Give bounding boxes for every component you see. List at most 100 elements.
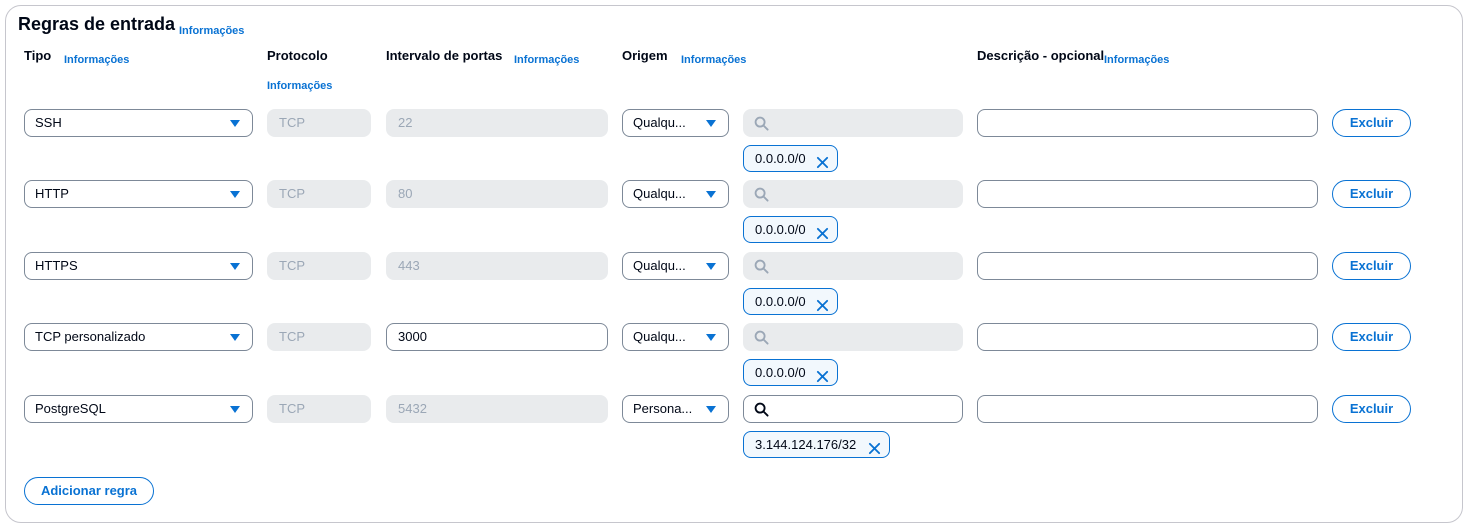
header-origem-info-link[interactable]: Informações (681, 54, 746, 66)
tipo-select[interactable]: PostgreSQL (24, 395, 253, 423)
tipo-select[interactable]: HTTPS (24, 252, 253, 280)
tipo-select-value: PostgreSQL (35, 401, 106, 416)
add-rule-label: Adicionar regra (40, 483, 138, 498)
cidr-token-value: 0.0.0.0/0 (755, 222, 806, 237)
tipo-select[interactable]: TCP personalizado (24, 323, 253, 351)
caret-down-icon (230, 406, 240, 413)
caret-down-icon (230, 334, 240, 341)
cidr-token: 3.144.124.176/32 (743, 431, 890, 458)
header-descricao-info-link[interactable]: Informações (1104, 54, 1169, 66)
cidr-token-value: 0.0.0.0/0 (755, 294, 806, 309)
cidr-token: 0.0.0.0/0 (743, 216, 838, 243)
port-range-value: 443 (398, 258, 420, 273)
header-protocolo: Protocolo (267, 48, 328, 63)
delete-rule-button[interactable]: Excluir (1332, 180, 1411, 208)
origem-select[interactable]: Qualqu... (622, 252, 729, 280)
cidr-token-value: 0.0.0.0/0 (755, 151, 806, 166)
close-icon[interactable] (816, 366, 829, 391)
cidr-search-input (743, 252, 963, 280)
header-intervalo: Intervalo de portas (386, 48, 503, 63)
origem-select-value: Qualqu... (633, 186, 686, 201)
cidr-token-value: 0.0.0.0/0 (755, 365, 806, 380)
port-range-input: 80 (386, 180, 608, 208)
protocolo-input: TCP (267, 395, 371, 423)
protocolo-value: TCP (279, 186, 305, 201)
section-title: Regras de entrada (18, 14, 175, 35)
header-protocolo-info-link[interactable]: Informações (267, 80, 332, 92)
port-range-value: 80 (398, 186, 413, 201)
cidr-search-input (743, 109, 963, 137)
close-icon[interactable] (816, 295, 829, 320)
cidr-search-input (743, 180, 963, 208)
caret-down-icon (230, 191, 240, 198)
origem-select-value: Persona... (633, 401, 693, 416)
port-range-input: 443 (386, 252, 608, 280)
header-origem: Origem (622, 48, 668, 63)
protocolo-input: TCP (267, 323, 371, 351)
caret-down-icon (706, 406, 716, 413)
cidr-token: 0.0.0.0/0 (743, 145, 838, 172)
tipo-select-value: HTTPS (35, 258, 78, 273)
delete-rule-label: Excluir (1349, 329, 1394, 344)
close-icon[interactable] (868, 438, 881, 463)
header-tipo: Tipo (24, 48, 52, 63)
protocolo-value: TCP (279, 401, 305, 416)
cidr-token: 0.0.0.0/0 (743, 288, 838, 315)
origem-select-value: Qualqu... (633, 115, 686, 130)
close-icon[interactable] (816, 152, 829, 177)
delete-rule-label: Excluir (1349, 115, 1394, 130)
caret-down-icon (706, 120, 716, 127)
description-input[interactable] (977, 395, 1318, 423)
protocolo-value: TCP (279, 115, 305, 130)
section-title-text: Regras de entrada (18, 14, 176, 34)
cidr-search-input[interactable] (743, 395, 963, 423)
header-descricao: Descrição - opcional (977, 48, 1105, 63)
origem-select[interactable]: Qualqu... (622, 109, 729, 137)
delete-rule-button[interactable]: Excluir (1332, 323, 1411, 351)
close-icon[interactable] (816, 223, 829, 248)
add-rule-button[interactable]: Adicionar regra (24, 477, 154, 505)
tipo-select[interactable]: HTTP (24, 180, 253, 208)
caret-down-icon (706, 191, 716, 198)
tipo-select-value: TCP personalizado (35, 329, 146, 344)
cidr-search-input (743, 323, 963, 351)
caret-down-icon (706, 334, 716, 341)
delete-rule-label: Excluir (1349, 186, 1394, 201)
origem-select[interactable]: Qualqu... (622, 180, 729, 208)
origem-select-value: Qualqu... (633, 258, 686, 273)
tipo-select[interactable]: SSH (24, 109, 253, 137)
port-range-input: 22 (386, 109, 608, 137)
protocolo-input: TCP (267, 109, 371, 137)
caret-down-icon (230, 120, 240, 127)
protocolo-value: TCP (279, 258, 305, 273)
port-range-value: 3000 (398, 329, 427, 344)
description-input[interactable] (977, 109, 1318, 137)
port-range-input[interactable]: 3000 (386, 323, 608, 351)
delete-rule-button[interactable]: Excluir (1332, 109, 1411, 137)
delete-rule-label: Excluir (1349, 258, 1394, 273)
port-range-value: 22 (398, 115, 413, 130)
origem-select[interactable]: Persona... (622, 395, 729, 423)
description-input[interactable] (977, 180, 1318, 208)
header-intervalo-info-link[interactable]: Informações (514, 54, 579, 66)
caret-down-icon (706, 263, 716, 270)
description-input[interactable] (977, 323, 1318, 351)
protocolo-input: TCP (267, 180, 371, 208)
tipo-select-value: HTTP (35, 186, 69, 201)
caret-down-icon (230, 263, 240, 270)
section-info-link[interactable]: Informações (179, 25, 244, 37)
cidr-token-value: 3.144.124.176/32 (755, 437, 857, 452)
delete-rule-button[interactable]: Excluir (1332, 395, 1411, 423)
header-tipo-info-link[interactable]: Informações (64, 54, 129, 66)
cidr-token: 0.0.0.0/0 (743, 359, 838, 386)
protocolo-value: TCP (279, 329, 305, 344)
description-input[interactable] (977, 252, 1318, 280)
origem-select-value: Qualqu... (633, 329, 686, 344)
protocolo-input: TCP (267, 252, 371, 280)
delete-rule-label: Excluir (1349, 401, 1394, 416)
tipo-select-value: SSH (35, 115, 62, 130)
origem-select[interactable]: Qualqu... (622, 323, 729, 351)
port-range-input: 5432 (386, 395, 608, 423)
delete-rule-button[interactable]: Excluir (1332, 252, 1411, 280)
port-range-value: 5432 (398, 401, 427, 416)
